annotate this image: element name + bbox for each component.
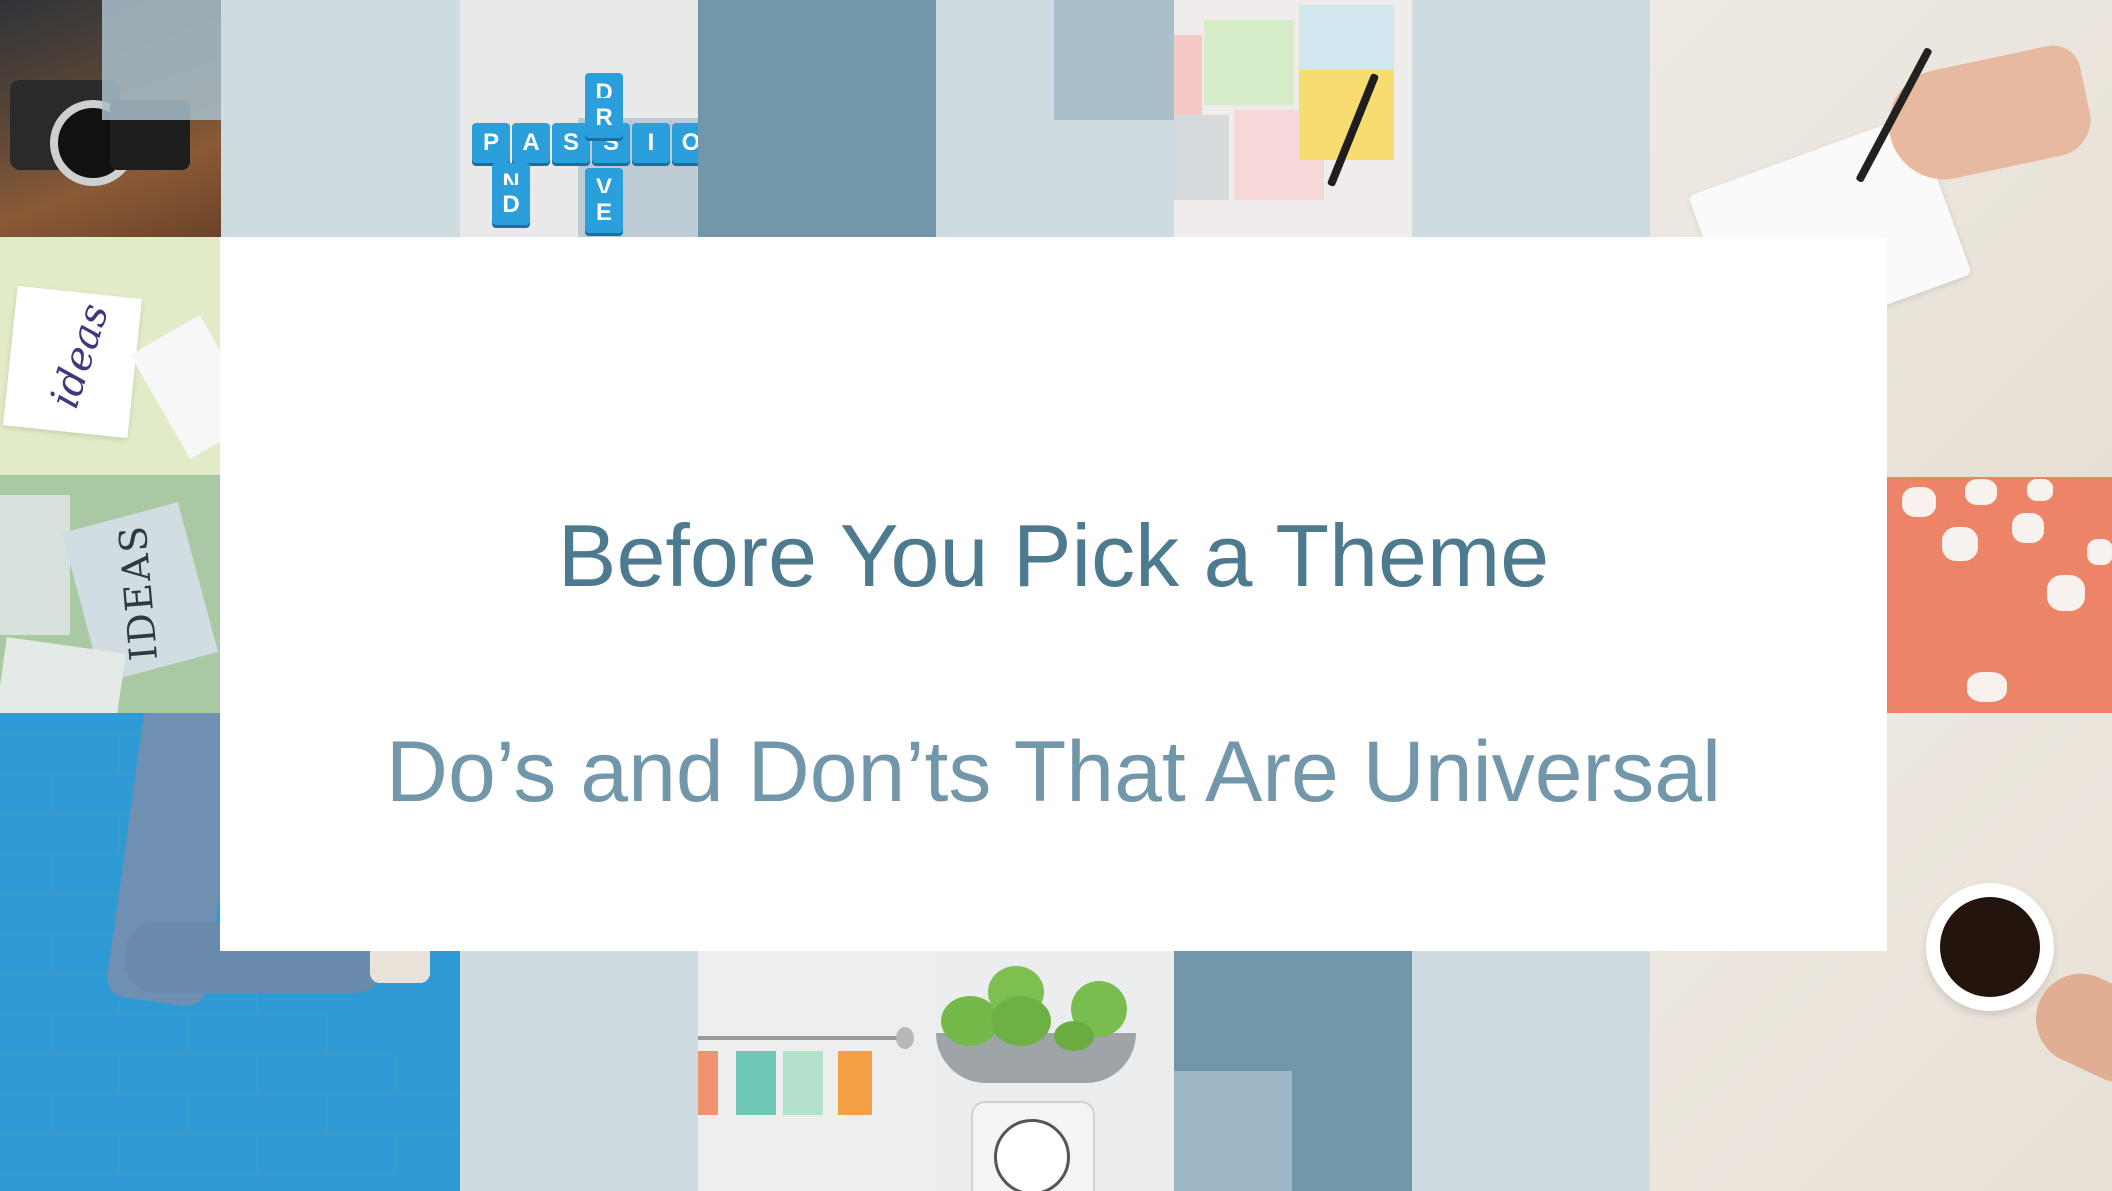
paper-ball [2012, 513, 2044, 543]
paper-sheet [0, 495, 70, 635]
brick-row [50, 1093, 190, 1135]
scrabble-tile: I [632, 123, 670, 163]
tile-pale [1412, 951, 1650, 1191]
paper-ball [1967, 672, 2007, 702]
title-card: Before You Pick a Theme Do’s and Don’ts … [220, 237, 1887, 951]
scrabble-tile: P [472, 123, 510, 163]
overlay-block [1174, 1071, 1292, 1191]
photo-camera [0, 0, 221, 237]
photo-ideas-paper: IDEAS [0, 475, 220, 713]
paper-ball [2027, 479, 2053, 501]
hanging-card-orange [838, 1051, 872, 1115]
tile-mid [698, 0, 936, 237]
scrabble-tile: O [672, 123, 698, 163]
sticky-note-grey [1174, 115, 1229, 200]
paper-ball [2047, 575, 2085, 611]
paper-sheet [130, 315, 220, 459]
line-rod [698, 1036, 913, 1040]
scrabble-tile: E [585, 193, 623, 233]
photo-apple-scale [936, 951, 1174, 1191]
brick-row [118, 1133, 258, 1175]
brick-row [326, 1093, 460, 1135]
brick-row [256, 1133, 396, 1175]
coffee [1940, 897, 2040, 997]
photo-crumpled-paper [1887, 477, 2112, 713]
apple [1054, 1021, 1094, 1051]
brick-row [118, 1053, 258, 1095]
paper-ball [1902, 487, 1936, 517]
hanging-card-teal [736, 1051, 776, 1115]
brick-row [0, 813, 120, 855]
tile-pale [221, 0, 460, 237]
hand [1878, 40, 2098, 190]
paper-ball [2087, 539, 2112, 565]
photo-sticky-notes [1174, 0, 1412, 237]
brick-row [256, 1053, 396, 1095]
paper-ball [1942, 527, 1978, 561]
overlay-block [1054, 0, 1174, 120]
ideas-card: ideas [3, 285, 142, 439]
hanging-card-mint [783, 1051, 823, 1115]
hanging-card-orange [698, 1051, 718, 1115]
scrabble-tile: R [585, 98, 623, 138]
coffee-cup [1926, 883, 2054, 1011]
brick-row [188, 1013, 328, 1055]
sticky-note-green [1204, 20, 1294, 105]
ideas-text: ideas [41, 298, 119, 414]
brick-row [0, 733, 120, 775]
brick-row [50, 1013, 190, 1055]
tile-mid [1174, 951, 1412, 1191]
slide-title: Before You Pick a Theme [557, 506, 1550, 605]
scrabble-tile: D [492, 185, 530, 225]
brick-row [0, 1053, 120, 1095]
tile-pale [1412, 0, 1650, 237]
brick-row [0, 1133, 120, 1175]
rod-knob [896, 1027, 914, 1049]
brick-row [0, 973, 120, 1015]
sticky-note-pink [1174, 35, 1202, 115]
slide-subtitle: Do’s and Don’ts That Are Universal [385, 724, 1722, 820]
scale-dial [994, 1119, 1070, 1191]
tile-pale [936, 0, 1174, 237]
brick-row [0, 893, 120, 935]
apple [991, 996, 1051, 1046]
brick-row [188, 1093, 328, 1135]
overlay-block [102, 0, 221, 120]
scrabble-tile: A [512, 123, 550, 163]
paper-ball [1965, 479, 1997, 505]
photo-ideas-card: ideas [0, 237, 220, 475]
photo-clothesline [698, 951, 936, 1191]
ideas-paper-text: IDEAS [110, 522, 167, 663]
photo-scrabble: P A S S I O D R V E N D [460, 0, 698, 237]
tile-pale [460, 951, 698, 1191]
